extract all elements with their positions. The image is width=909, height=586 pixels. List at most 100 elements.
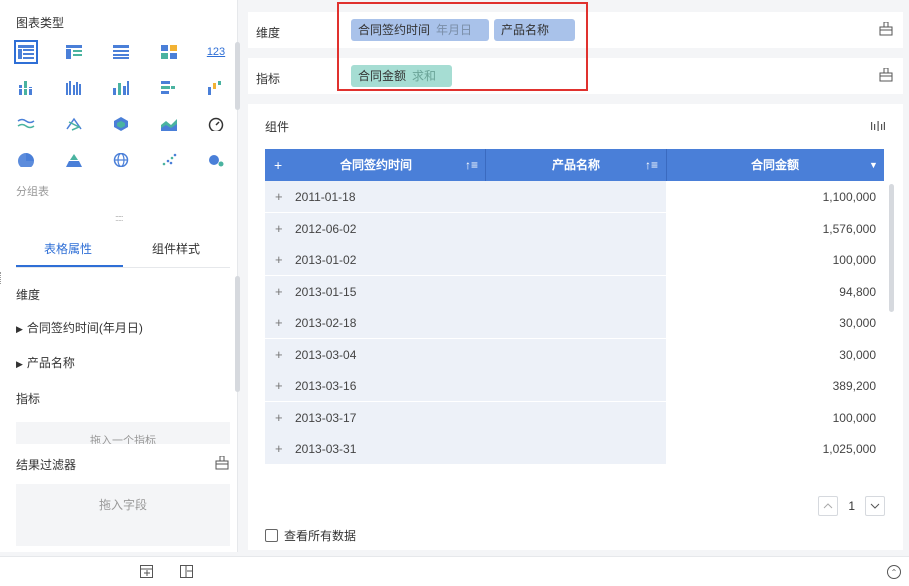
table-row[interactable]: +2011-01-18 1,100,000: [265, 181, 884, 212]
col-header-date[interactable]: 合同签约时间: [340, 149, 412, 181]
date-cell: +2013-02-18: [265, 307, 485, 338]
col-header-amount[interactable]: 合同金额: [751, 149, 799, 181]
dropdown-arrow-icon[interactable]: ▼: [869, 149, 878, 181]
date-value: 2012-06-02: [295, 221, 357, 236]
chart-type-scrollbar[interactable]: [235, 42, 240, 110]
add-component-icon[interactable]: [140, 565, 153, 581]
product-cell: [485, 433, 666, 464]
amount-value: 100,000: [832, 410, 876, 425]
filter-broom-icon[interactable]: [215, 455, 229, 473]
detail-table-icon[interactable]: [109, 40, 133, 64]
number-icon[interactable]: 123: [204, 40, 228, 64]
expand-triangle-icon: ▶: [16, 324, 23, 334]
table-row[interactable]: +2013-03-31 1,025,000: [265, 433, 884, 464]
table-scrollbar[interactable]: [889, 184, 894, 312]
expand-row-button[interactable]: +: [275, 221, 283, 236]
radar-chart-icon[interactable]: [62, 112, 86, 136]
bubble-icon[interactable]: [204, 148, 228, 172]
table-row[interactable]: +2013-01-15 94,800: [265, 275, 884, 307]
expand-row-button[interactable]: +: [275, 410, 283, 425]
amount-value: 1,576,000: [822, 221, 876, 236]
view-all-data[interactable]: 查看所有数据: [265, 527, 356, 544]
active-tab-indicator: [16, 265, 123, 267]
next-page-button[interactable]: [865, 496, 885, 516]
prev-page-button[interactable]: [818, 496, 839, 516]
expand-row-button[interactable]: +: [275, 378, 283, 393]
date-value: 2013-03-17: [295, 410, 357, 425]
clear-broom-icon[interactable]: [879, 67, 893, 85]
expand-row-button[interactable]: +: [275, 315, 283, 330]
panel-resize-edge[interactable]: [0, 272, 3, 284]
date-value: 2013-02-18: [295, 316, 357, 330]
column-divider: [666, 149, 667, 181]
expand-row-button[interactable]: +: [275, 189, 283, 204]
line-chart-icon[interactable]: [14, 112, 38, 136]
sort-icon[interactable]: ↑≡: [465, 149, 478, 181]
dimension-item-product[interactable]: ▶ 产品名称: [16, 354, 75, 371]
column-chart-icon[interactable]: [14, 76, 38, 100]
pagination: 1: [818, 496, 885, 516]
expand-all-button[interactable]: +: [274, 149, 282, 181]
pie-chart-icon[interactable]: [14, 148, 38, 172]
sort-icon[interactable]: ↑≡: [645, 149, 658, 181]
amount-value: 30,000: [839, 347, 876, 362]
view-all-checkbox[interactable]: [265, 529, 278, 542]
table-row[interactable]: +2013-03-17 100,000: [265, 401, 884, 433]
expand-row-button[interactable]: +: [275, 252, 283, 267]
column-settings-icon[interactable]: [871, 120, 885, 134]
amount-cell: 30,000: [666, 307, 884, 338]
tab-component-style[interactable]: 组件样式: [152, 240, 200, 257]
property-tabs: 表格属性 组件样式: [16, 228, 230, 268]
date-cell: +2012-06-02: [265, 212, 485, 244]
horizontal-bar-icon[interactable]: [157, 76, 181, 100]
grouped-column-icon[interactable]: [62, 76, 86, 100]
waterfall-icon[interactable]: [204, 76, 228, 100]
collapse-icon[interactable]: ⌃: [887, 565, 901, 579]
date-cell: +2013-03-04: [265, 338, 485, 370]
date-value: 2013-01-02: [295, 253, 357, 267]
resize-handle[interactable]: :::::: [115, 213, 123, 223]
funnel-icon[interactable]: [62, 148, 86, 172]
bottom-bar: ⌃: [0, 556, 909, 586]
group-table-label: 分组表: [16, 186, 49, 198]
amount-cell: 94,800: [666, 275, 884, 307]
metric-shelf-label: 指标: [256, 72, 281, 86]
gauge-icon[interactable]: [204, 112, 228, 136]
col-header-product[interactable]: 产品名称: [552, 149, 600, 181]
clear-broom-icon[interactable]: [879, 21, 893, 39]
kpi-card-icon[interactable]: [157, 40, 181, 64]
add-sheet-icon[interactable]: [180, 565, 193, 581]
table-row[interactable]: +2012-06-02 1,576,000: [265, 212, 884, 244]
properties-scrollbar[interactable]: [235, 276, 240, 392]
polygon-chart-icon[interactable]: [109, 112, 133, 136]
bar-chart-icon[interactable]: [109, 76, 133, 100]
view-all-label: 查看所有数据: [284, 529, 357, 543]
column-divider: [485, 149, 486, 181]
date-value: 2013-01-15: [295, 284, 357, 299]
color-drop-row[interactable]: 颜色 ⓘ 拖入一个指标: [16, 422, 230, 444]
tab-table-properties[interactable]: 表格属性: [44, 240, 92, 257]
amount-value: 94,800: [839, 284, 876, 299]
expand-row-button[interactable]: +: [275, 441, 283, 456]
table-icon[interactable]: [14, 40, 38, 64]
table-row[interactable]: +2013-03-16 389,200: [265, 370, 884, 401]
table-row[interactable]: +2013-02-18 30,000: [265, 307, 884, 338]
expand-row-button[interactable]: +: [275, 347, 283, 362]
date-cell: +2013-01-15: [265, 275, 485, 307]
amount-value: 1,025,000: [822, 442, 876, 456]
globe-map-icon[interactable]: [109, 148, 133, 172]
expand-row-button[interactable]: +: [275, 284, 283, 299]
table-row[interactable]: +2013-03-04 30,000: [265, 338, 884, 370]
cross-table-icon[interactable]: [62, 40, 86, 64]
amount-value: 100,000: [832, 253, 876, 267]
date-cell: +2013-03-31: [265, 433, 485, 464]
table-row[interactable]: +2013-01-02 100,000: [265, 244, 884, 275]
scatter-icon[interactable]: [157, 148, 181, 172]
amount-cell: 1,576,000: [666, 212, 884, 244]
date-value: 2011-01-18: [295, 190, 356, 204]
dimension-item-date[interactable]: ▶ 合同签约时间(年月日): [16, 319, 143, 336]
product-cell: [485, 181, 666, 212]
amount-cell: 30,000: [666, 338, 884, 370]
filter-dropzone[interactable]: 拖入字段: [16, 484, 230, 546]
area-chart-icon[interactable]: [157, 112, 181, 136]
